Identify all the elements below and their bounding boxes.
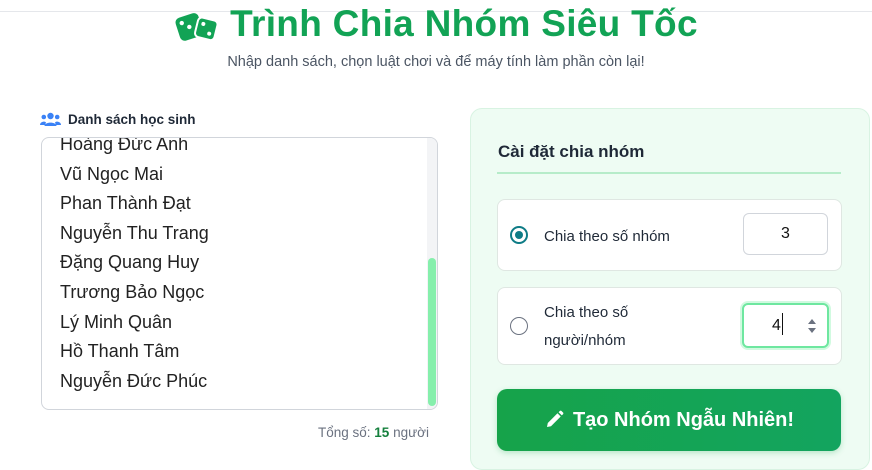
spinner-arrows-icon[interactable] bbox=[807, 316, 817, 336]
list-item: Trương Bảo Ngọc bbox=[60, 281, 205, 302]
total-suffix: người bbox=[393, 425, 429, 440]
student-names: Hoàng Đức Anh Vũ Ngọc Mai Phan Thành Đạt… bbox=[60, 137, 209, 396]
total-number: 15 bbox=[374, 425, 390, 440]
student-list-textarea[interactable]: Hoàng Đức Anh Vũ Ngọc Mai Phan Thành Đạt… bbox=[41, 137, 438, 410]
list-item: Nguyễn Đức Phúc bbox=[60, 370, 208, 391]
scrollbar-track[interactable] bbox=[427, 138, 437, 409]
settings-divider bbox=[497, 172, 841, 174]
list-item: Hồ Thanh Tâm bbox=[60, 341, 180, 362]
list-item: Đặng Quang Huy bbox=[60, 252, 200, 273]
option-by-people-label: Chia theo số người/nhóm bbox=[544, 301, 628, 353]
page-subtitle: Nhập danh sách, chọn luật chơi và để máy… bbox=[227, 54, 645, 70]
users-icon bbox=[40, 112, 61, 126]
settings-title: Cài đặt chia nhóm bbox=[498, 142, 645, 161]
text-caret bbox=[781, 313, 783, 336]
scrollbar-thumb[interactable] bbox=[428, 258, 436, 406]
list-item: Lý Minh Quân bbox=[60, 311, 173, 332]
list-item: Vũ Ngọc Mai bbox=[60, 163, 164, 184]
people-per-group-input[interactable]: 4 bbox=[742, 303, 829, 348]
radio-by-people-per-group[interactable] bbox=[510, 317, 528, 335]
option-by-people-label-line1: Chia theo số bbox=[544, 304, 629, 321]
generate-groups-button[interactable]: Tạo Nhóm Ngẫu Nhiên! bbox=[497, 389, 841, 451]
people-per-group-value: 4 bbox=[772, 317, 781, 334]
dice-icon bbox=[175, 13, 219, 42]
radio-by-group-count[interactable] bbox=[510, 226, 528, 244]
generate-groups-label: Tạo Nhóm Ngẫu Nhiên! bbox=[572, 408, 795, 431]
group-count-input[interactable]: 3 bbox=[743, 213, 828, 255]
list-item: Hoàng Đức Anh bbox=[60, 137, 189, 154]
page-title: Trình Chia Nhóm Siêu Tốc bbox=[230, 3, 698, 44]
page-header: Trình Chia Nhóm Siêu Tốc bbox=[0, 2, 872, 46]
list-item: Phan Thành Đạt bbox=[60, 193, 191, 214]
option-by-people-label-line2: người/nhóm bbox=[544, 332, 626, 349]
total-prefix: Tổng số: bbox=[318, 425, 371, 440]
option-by-group-count-label: Chia theo số nhóm bbox=[544, 228, 670, 245]
total-count: Tổng số: 15 người bbox=[318, 425, 429, 440]
student-list-title: Danh sách học sinh bbox=[68, 112, 196, 127]
student-list-label: Danh sách học sinh bbox=[40, 112, 196, 127]
list-item: Nguyễn Thu Trang bbox=[60, 222, 209, 243]
pencil-icon bbox=[546, 410, 564, 427]
